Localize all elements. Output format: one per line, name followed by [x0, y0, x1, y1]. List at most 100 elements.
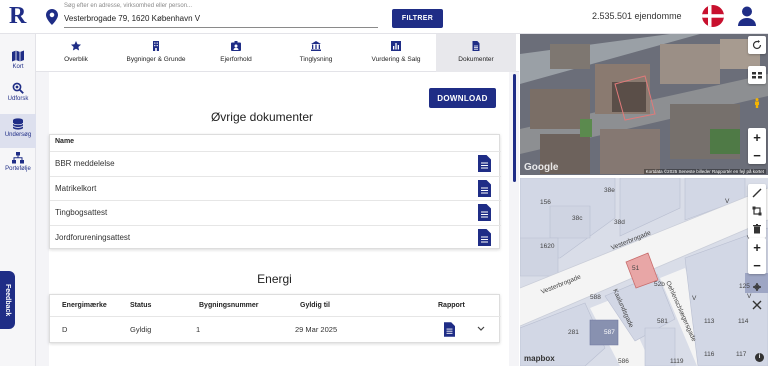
aerial-map[interactable]: + − Google Kortdata ©2025 Seneste billed…	[520, 34, 768, 177]
svg-text:52b: 52b	[654, 281, 665, 288]
rail-label-udforsk: Udforsk	[7, 96, 29, 102]
zoom-in-icon[interactable]: +	[748, 238, 766, 256]
map-extra-controls[interactable]	[748, 278, 766, 314]
rail-item-kort[interactable]: Kort	[0, 46, 36, 80]
pegman-icon[interactable]	[748, 94, 766, 112]
aerial-zoom-control[interactable]: + −	[748, 128, 766, 164]
tab-label: Dokumenter	[458, 56, 494, 63]
app-logo[interactable]: R	[9, 3, 26, 30]
rail-item-portefolje[interactable]: Portefølje	[0, 148, 36, 182]
mapbox-logo: mapbox	[524, 354, 555, 363]
info-icon[interactable]: i	[755, 353, 764, 362]
map-zoom-control[interactable]: + −	[748, 238, 766, 274]
google-logo: Google	[524, 162, 559, 173]
main-panel: Overblik Bygninger & Grunde Ejerforhold …	[36, 34, 519, 366]
rail-item-udforsk[interactable]: Udforsk	[0, 78, 36, 112]
aerial-imagery	[520, 34, 768, 175]
account-icon[interactable]	[738, 6, 756, 26]
tab-dokumenter[interactable]: Dokumenter	[436, 34, 516, 72]
rail-label-kort: Kort	[12, 64, 24, 70]
download-button[interactable]: DOWNLOAD	[429, 88, 496, 108]
svg-text:587: 587	[604, 329, 615, 336]
courthouse-icon	[311, 41, 321, 51]
document-name[interactable]: BBR meddelelse	[55, 159, 115, 168]
explore-icon	[12, 82, 24, 94]
cadastral-map[interactable]: 38e 156 38c 38d 1620 51 52b 588 587 281 …	[520, 178, 768, 366]
map-icon	[12, 50, 24, 62]
energy-label-value: D	[62, 325, 68, 334]
documents-content: DOWNLOAD Øvrige dokumenter Name BBR medd…	[49, 72, 509, 366]
valid-until-value: 29 Mar 2025	[295, 325, 338, 334]
svg-text:51: 51	[632, 265, 640, 272]
document-name[interactable]: Jordforureningsattest	[55, 233, 130, 242]
close-icon[interactable]	[748, 296, 766, 314]
document-download-icon[interactable]	[478, 155, 491, 172]
zoom-out-icon[interactable]: −	[748, 146, 766, 164]
svg-text:116: 116	[704, 351, 715, 358]
aerial-rotate-control[interactable]	[748, 36, 766, 54]
report-document-icon[interactable]	[444, 322, 455, 337]
map-attribution[interactable]: Kortdata ©2025 Seneste billeder Rapporté…	[643, 169, 766, 174]
chevron-down-icon[interactable]	[477, 326, 485, 332]
filter-button[interactable]: FILTRER	[392, 9, 443, 28]
document-icon	[472, 41, 480, 51]
svg-text:588: 588	[590, 294, 601, 301]
energy-title: Energi	[257, 272, 292, 286]
document-download-icon[interactable]	[478, 179, 491, 197]
star-icon	[71, 41, 81, 51]
document-download-icon[interactable]	[478, 204, 491, 221]
rail-item-undersog[interactable]: Undersøg	[0, 114, 36, 148]
zoom-out-icon[interactable]: −	[748, 256, 766, 274]
tab-bygninger[interactable]: Bygninger & Grunde	[116, 34, 196, 72]
svg-text:114: 114	[738, 318, 749, 325]
svg-text:38e: 38e	[604, 187, 615, 194]
svg-text:1119: 1119	[670, 358, 684, 365]
top-header: R Søg efter en adresse, virksomhed eller…	[0, 0, 768, 34]
search-value[interactable]: Vesterbrogade 79, 1620 København V	[64, 14, 200, 23]
owner-icon	[231, 41, 241, 51]
tab-label: Bygninger & Grunde	[126, 56, 186, 63]
tab-overblik[interactable]: Overblik	[36, 34, 116, 72]
svg-text:38d: 38d	[614, 219, 625, 226]
document-row[interactable]: Jordforureningsattest	[50, 224, 501, 250]
danish-flag-icon[interactable]	[702, 5, 724, 27]
scrollbar-thumb[interactable]	[513, 74, 516, 182]
rotate-icon[interactable]	[748, 36, 766, 54]
portfolio-icon	[12, 152, 24, 164]
aerial-layers-control[interactable]	[748, 66, 766, 84]
tab-ejerforhold[interactable]: Ejerforhold	[196, 34, 276, 72]
property-count: 2.535.501 ejendomme	[592, 11, 682, 21]
zoom-in-icon[interactable]: +	[748, 128, 766, 146]
document-name[interactable]: Matrikelkort	[55, 184, 96, 193]
status-value: Gyldig	[130, 325, 152, 334]
grid-layers-icon[interactable]	[748, 66, 766, 84]
document-row[interactable]: Tingbogsattest	[50, 200, 501, 225]
building-number-header-label: Bygningsnummer	[199, 302, 259, 309]
document-row[interactable]: Matrikelkort	[50, 175, 501, 201]
trash-icon[interactable]	[748, 220, 766, 238]
street-view-control[interactable]	[748, 94, 766, 112]
polygon-tool-icon[interactable]	[748, 202, 766, 220]
database-icon	[12, 118, 24, 130]
report-header-label: Rapport	[438, 302, 465, 309]
svg-text:1620: 1620	[540, 243, 555, 250]
documents-title: Øvrige dokumenter	[210, 110, 314, 124]
svg-text:V: V	[725, 198, 730, 205]
document-download-icon[interactable]	[478, 228, 491, 246]
search-placeholder: Søg efter en adresse, virksomhed eller p…	[64, 3, 193, 9]
tab-tinglysning[interactable]: Tinglysning	[276, 34, 356, 72]
energy-header-row: Energimærke Status Bygningsnummer Gyldig…	[50, 295, 501, 317]
building-number-value: 1	[196, 325, 201, 334]
cadastral-map-canvas: 38e 156 38c 38d 1620 51 52b 588 587 281 …	[520, 178, 768, 366]
measure-tool-icon[interactable]	[748, 278, 766, 296]
building-icon	[153, 41, 159, 51]
document-name[interactable]: Tingbogsattest	[55, 208, 107, 217]
tab-vurdering[interactable]: Vurdering & Salg	[356, 34, 436, 72]
line-tool-icon[interactable]	[748, 184, 766, 202]
document-row[interactable]: BBR meddelelse	[50, 151, 501, 176]
draw-tools-control[interactable]	[748, 184, 766, 238]
search-input[interactable]: Søg efter en adresse, virksomhed eller p…	[64, 2, 378, 28]
rail-label-portefolje: Portefølje	[5, 166, 31, 172]
feedback-tab[interactable]: Feedback	[0, 271, 15, 329]
tab-label: Vurdering & Salg	[371, 56, 421, 63]
